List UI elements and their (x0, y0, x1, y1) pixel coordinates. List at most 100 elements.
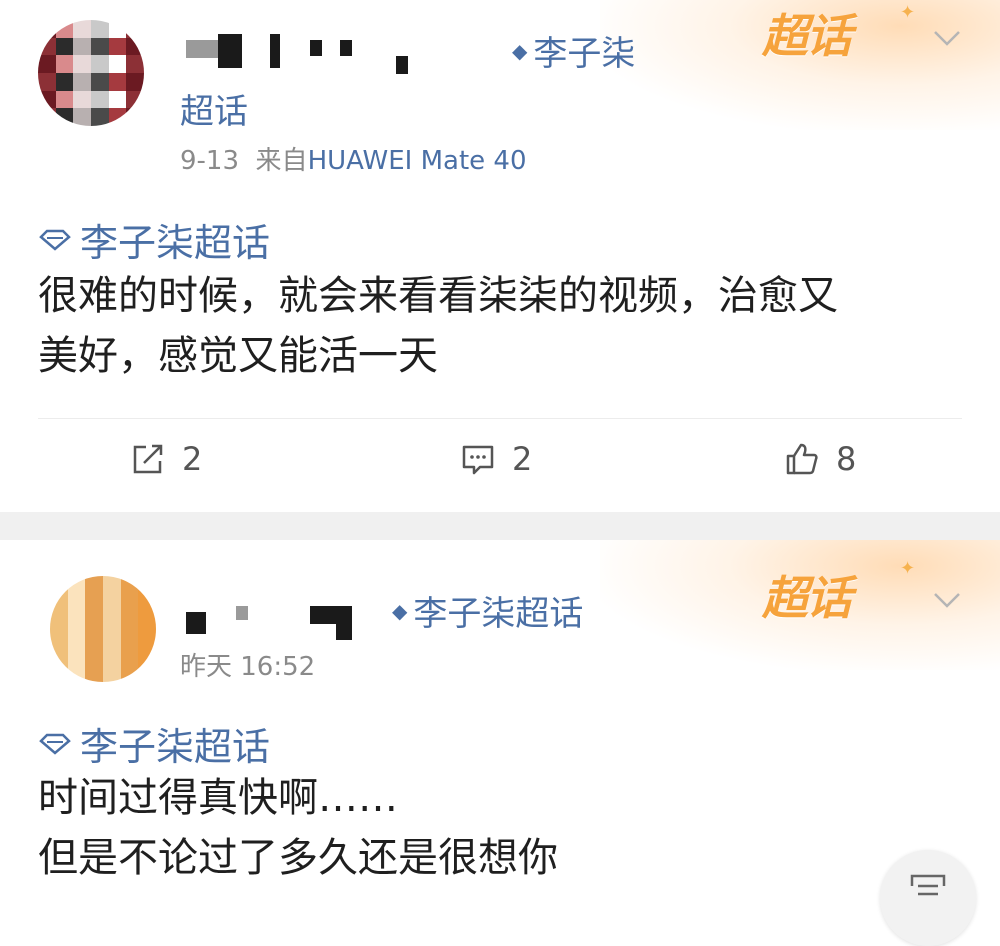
avatar-pixel (138, 576, 156, 594)
avatar-pixel (67, 646, 86, 665)
avatar-pixel (108, 72, 127, 91)
topic-link[interactable]: ◆ 李子柒 (512, 26, 635, 75)
avatar-pixel (55, 72, 74, 91)
device-name[interactable]: HUAWEI Mate 40 (308, 146, 527, 176)
avatar-pixel (102, 628, 121, 647)
post-content: 很难的时候，就会来看看柒柒的视频，治愈又 美好，感觉又能活一天 (38, 266, 962, 386)
avatar-pixel (50, 593, 68, 612)
avatar-pixel (126, 20, 144, 38)
avatar-pixel (138, 664, 156, 682)
avatar-pixel (38, 72, 56, 91)
post-card: 超话 ✦ ◆ 李子柒 超话 9-13 来自HUAWEI Mate 40 李子柒超… (0, 0, 1000, 512)
avatar[interactable] (38, 20, 144, 126)
avatar-pixel (108, 37, 127, 56)
avatar-pixel (38, 55, 56, 73)
avatar-pixel (90, 37, 109, 56)
avatar-pixel (50, 646, 68, 665)
share-count: 2 (182, 440, 203, 478)
topic-tag-label: 李子柒超话 (80, 725, 271, 769)
comment-icon (462, 445, 494, 475)
avatar-pixel (102, 646, 121, 665)
tag-icon: ◆ (392, 598, 408, 623)
avatar-pixel (102, 664, 121, 682)
like-button[interactable]: 8 (784, 440, 856, 478)
avatar-pixel (85, 593, 103, 612)
like-count: 8 (836, 440, 857, 478)
avatar-pixel (67, 664, 86, 682)
avatar-pixel (85, 664, 103, 682)
avatar-pixel (126, 55, 144, 73)
compose-icon (910, 874, 946, 896)
avatar-pixel (102, 576, 121, 594)
source-prefix: 来自 (255, 146, 308, 176)
post-date: 9-13 (180, 146, 240, 176)
topic-link-label: 李子柒超话 (413, 594, 584, 634)
avatar-pixel (120, 628, 139, 647)
avatar-pixel (90, 108, 109, 126)
share-button[interactable]: 2 (130, 440, 202, 478)
avatar-pixel (50, 664, 68, 682)
topic-tag-label: 李子柒超话 (80, 221, 271, 265)
tag-icon: ◆ (512, 38, 528, 63)
avatar-pixel (138, 646, 156, 665)
username-redacted[interactable] (186, 34, 506, 78)
avatar-pixel (55, 20, 74, 38)
divider (38, 418, 962, 419)
avatar-pixel (138, 628, 156, 647)
avatar-pixel (67, 611, 86, 629)
chevron-down-icon[interactable] (932, 28, 962, 48)
comment-count: 2 (512, 440, 533, 478)
avatar-pixel (90, 20, 109, 38)
super-topic-badge: 超话 (762, 9, 852, 63)
topic-link-label: 李子柒 (533, 34, 636, 74)
avatar-pixel (38, 20, 56, 38)
avatar-pixel (55, 55, 74, 73)
avatar-pixel (120, 576, 139, 594)
avatar-pixel (67, 593, 86, 612)
avatar-pixel (50, 611, 68, 629)
avatar-pixel (85, 646, 103, 665)
avatar-pixel (85, 611, 103, 629)
avatar-pixel (126, 90, 144, 109)
chevron-down-icon[interactable] (932, 590, 962, 610)
topic-link[interactable]: ◆ 李子柒超话 (392, 586, 583, 635)
topic-link-wrap[interactable]: 超话 (180, 84, 248, 133)
post-card: 超话 ✦ ◆ 李子柒超话 昨天 16:52 李子柒超话 时间过得真快啊…… 但是… (0, 540, 1000, 908)
content-line: 时间过得真快啊…… (38, 775, 398, 821)
avatar-pixel (55, 90, 74, 109)
avatar-pixel (108, 108, 127, 126)
avatar-pixel (67, 628, 86, 647)
avatar-pixel (108, 90, 127, 109)
comment-button[interactable]: 2 (460, 440, 532, 478)
compose-button[interactable] (880, 850, 976, 946)
avatar-pixel (108, 55, 127, 73)
avatar-pixel (102, 611, 121, 629)
topic-tag[interactable]: 李子柒超话 (38, 212, 270, 267)
avatar-pixel (73, 37, 91, 56)
content-line: 但是不论过了多久还是很想你 (38, 835, 558, 881)
avatar-pixel (73, 72, 91, 91)
avatar-pixel (90, 55, 109, 73)
like-icon (786, 443, 818, 475)
post-content: 时间过得真快啊…… 但是不论过了多久还是很想你 (38, 768, 962, 888)
topic-gem-icon (39, 229, 71, 251)
avatar-pixel (73, 108, 91, 126)
avatar[interactable] (50, 576, 156, 682)
avatar-pixel (38, 37, 56, 56)
avatar-pixel (38, 108, 56, 126)
avatar-pixel (50, 576, 68, 594)
username-redacted[interactable] (186, 600, 386, 644)
post-date: 昨天 16:52 (180, 652, 316, 682)
avatar-pixel (55, 108, 74, 126)
sparkle-icon: ✦ (900, 2, 916, 23)
avatar-pixel (126, 72, 144, 91)
topic-gem-icon (39, 733, 71, 755)
avatar-pixel (73, 20, 91, 38)
post-meta: 9-13 来自HUAWEI Mate 40 (180, 140, 526, 177)
avatar-pixel (67, 576, 86, 594)
topic-tag[interactable]: 李子柒超话 (38, 716, 270, 771)
post-separator (0, 512, 1000, 540)
share-icon (133, 444, 163, 474)
avatar-pixel (126, 37, 144, 56)
avatar-pixel (50, 628, 68, 647)
